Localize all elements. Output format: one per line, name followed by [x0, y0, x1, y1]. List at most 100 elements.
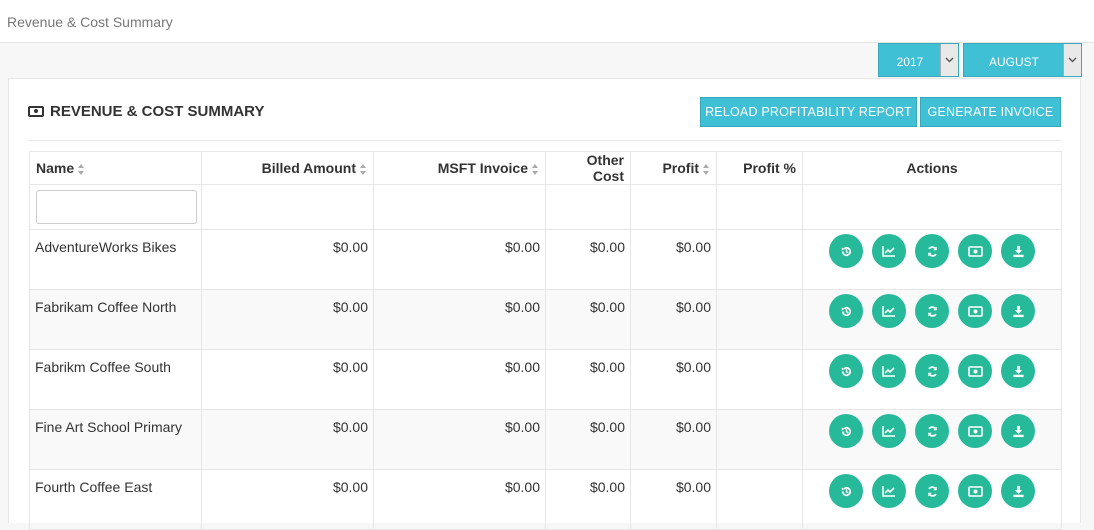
- cell-profit-percent: [716, 349, 803, 410]
- download-action-button[interactable]: [1001, 294, 1035, 328]
- breadcrumb: Revenue & Cost Summary: [7, 14, 173, 30]
- table-row: Fabrikam Coffee North $0.00 $0.00 $0.00 $0.0…: [29, 289, 1062, 350]
- download-icon: [1012, 245, 1025, 258]
- line-chart-action-button[interactable]: [872, 294, 906, 328]
- cell-actions: [802, 469, 1062, 530]
- money-action-button[interactable]: [958, 234, 992, 268]
- refresh-icon: [926, 365, 939, 378]
- line-chart-action-button[interactable]: [872, 354, 906, 388]
- line-chart-icon: [882, 245, 896, 257]
- col-header-name[interactable]: Name: [29, 151, 202, 185]
- money-icon: [967, 245, 983, 257]
- line-chart-action-button[interactable]: [872, 234, 906, 268]
- money-icon: [28, 106, 44, 117]
- cell-profit: $0.00: [630, 289, 717, 350]
- refresh-action-button[interactable]: [915, 414, 949, 448]
- cell-msft-invoice: $0.00: [373, 229, 546, 290]
- top-bar: Revenue & Cost Summary: [0, 0, 1094, 43]
- money-action-button[interactable]: [958, 294, 992, 328]
- money-icon: [967, 485, 983, 497]
- cell-profit-percent: [716, 409, 803, 470]
- history-icon: [840, 305, 853, 318]
- cell-billed-amount: $0.00: [201, 229, 374, 290]
- table-row: Fourth Coffee East $0.00 $0.00 $0.00 $0.00: [29, 469, 1062, 530]
- download-action-button[interactable]: [1001, 414, 1035, 448]
- sort-icon: [78, 163, 85, 175]
- cell-billed-amount: $0.00: [201, 409, 374, 470]
- sort-icon: [360, 163, 367, 175]
- cell-profit: $0.00: [630, 229, 717, 290]
- cell-actions: [802, 229, 1062, 290]
- refresh-action-button[interactable]: [915, 474, 949, 508]
- generate-invoice-button[interactable]: GENERATE INVOICE: [920, 97, 1061, 127]
- refresh-action-button[interactable]: [915, 294, 949, 328]
- cell-profit: $0.00: [630, 349, 717, 410]
- cell-profit: $0.00: [630, 469, 717, 530]
- cell-name: AdventureWorks Bikes: [29, 229, 202, 290]
- money-icon: [967, 425, 983, 437]
- col-header-profit-percent: Profit %: [716, 151, 803, 185]
- year-select[interactable]: 2017: [878, 43, 959, 77]
- sort-icon: [703, 163, 710, 175]
- cell-name: Fourth Coffee East: [29, 469, 202, 530]
- history-action-button[interactable]: [829, 354, 863, 388]
- cell-msft-invoice: $0.00: [373, 409, 546, 470]
- download-icon: [1012, 365, 1025, 378]
- money-icon: [967, 365, 983, 377]
- cell-name: Fabrikam Coffee North: [29, 289, 202, 350]
- table-row: AdventureWorks Bikes $0.00 $0.00 $0.00 $0.00: [29, 229, 1062, 290]
- col-header-billed-amount[interactable]: Billed Amount: [201, 151, 374, 185]
- filter-row: [29, 184, 1062, 230]
- table-header-row: Name Billed Amount MSFT Invoice Other Co…: [29, 151, 1062, 185]
- line-chart-action-button[interactable]: [872, 474, 906, 508]
- title-divider: [28, 140, 1061, 141]
- money-action-button[interactable]: [958, 354, 992, 388]
- cell-billed-amount: $0.00: [201, 469, 374, 530]
- table-row: Fabrikm Coffee South $0.00 $0.00 $0.00 $0.00: [29, 349, 1062, 410]
- table-row: Fine Art School Primary $0.00 $0.00 $0.00 $0…: [29, 409, 1062, 470]
- cell-profit-percent: [716, 229, 803, 290]
- col-header-other-cost: Other Cost: [545, 151, 631, 185]
- cell-name: Fine Art School Primary: [29, 409, 202, 470]
- month-select[interactable]: AUGUST: [963, 43, 1082, 77]
- month-select-value: AUGUST: [988, 55, 1039, 69]
- money-action-button[interactable]: [958, 414, 992, 448]
- chevron-down-icon: [1063, 44, 1081, 76]
- download-icon: [1012, 305, 1025, 318]
- download-action-button[interactable]: [1001, 354, 1035, 388]
- name-filter-input[interactable]: [36, 190, 197, 224]
- cell-billed-amount: $0.00: [201, 289, 374, 350]
- panel-title: REVENUE & COST SUMMARY: [28, 103, 264, 120]
- cell-profit: $0.00: [630, 409, 717, 470]
- cell-other-cost: $0.00: [545, 289, 631, 350]
- summary-table: Name Billed Amount MSFT Invoice Other Co…: [29, 151, 1062, 530]
- chevron-down-icon: [940, 44, 958, 76]
- download-action-button[interactable]: [1001, 474, 1035, 508]
- line-chart-icon: [882, 425, 896, 437]
- year-select-value: 2017: [896, 55, 924, 69]
- col-header-profit[interactable]: Profit: [630, 151, 717, 185]
- money-icon: [967, 305, 983, 317]
- line-chart-icon: [882, 305, 896, 317]
- refresh-action-button[interactable]: [915, 234, 949, 268]
- history-action-button[interactable]: [829, 474, 863, 508]
- history-action-button[interactable]: [829, 234, 863, 268]
- line-chart-icon: [882, 365, 896, 377]
- cell-other-cost: $0.00: [545, 469, 631, 530]
- line-chart-action-button[interactable]: [872, 414, 906, 448]
- cell-actions: [802, 349, 1062, 410]
- money-action-button[interactable]: [958, 474, 992, 508]
- download-action-button[interactable]: [1001, 234, 1035, 268]
- history-action-button[interactable]: [829, 294, 863, 328]
- history-action-button[interactable]: [829, 414, 863, 448]
- reload-profitability-report-button[interactable]: RELOAD PROFITABILITY REPORT: [700, 97, 917, 127]
- col-header-msft-invoice[interactable]: MSFT Invoice: [373, 151, 546, 185]
- refresh-action-button[interactable]: [915, 354, 949, 388]
- refresh-icon: [926, 305, 939, 318]
- cell-actions: [802, 289, 1062, 350]
- line-chart-icon: [882, 485, 896, 497]
- cell-other-cost: $0.00: [545, 409, 631, 470]
- history-icon: [840, 485, 853, 498]
- cell-profit-percent: [716, 289, 803, 350]
- history-icon: [840, 245, 853, 258]
